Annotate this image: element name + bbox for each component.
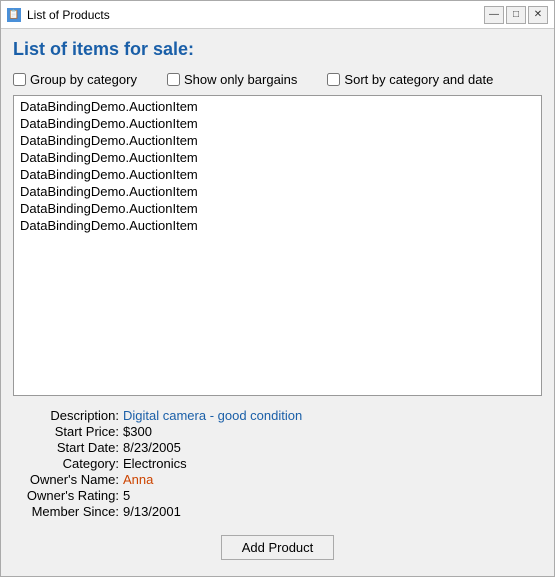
details-section: Description: Digital camera - good condi…	[13, 408, 542, 519]
add-button-row: Add Product	[13, 535, 542, 560]
list-item[interactable]: DataBindingDemo.AuctionItem	[14, 98, 541, 115]
window-title: List of Products	[27, 8, 478, 22]
start-price-label: Start Price:	[13, 424, 123, 439]
add-product-button[interactable]: Add Product	[221, 535, 335, 560]
title-bar: 📋 List of Products — □ ✕	[1, 1, 554, 29]
list-item[interactable]: DataBindingDemo.AuctionItem	[14, 115, 541, 132]
start-date-label: Start Date:	[13, 440, 123, 455]
page-title: List of items for sale:	[13, 39, 542, 60]
member-since-value: 9/13/2001	[123, 504, 181, 519]
main-window: 📋 List of Products — □ ✕ List of items f…	[0, 0, 555, 577]
category-value: Electronics	[123, 456, 187, 471]
start-date-row: Start Date: 8/23/2005	[13, 440, 542, 455]
list-item[interactable]: DataBindingDemo.AuctionItem	[14, 166, 541, 183]
show-only-bargains-item: Show only bargains	[167, 72, 297, 87]
group-by-category-item: Group by category	[13, 72, 137, 87]
category-label: Category:	[13, 456, 123, 471]
description-value: Digital camera - good condition	[123, 408, 302, 423]
owners-rating-label: Owner's Rating:	[13, 488, 123, 503]
sort-by-category-date-label[interactable]: Sort by category and date	[344, 72, 493, 87]
owners-name-label: Owner's Name:	[13, 472, 123, 487]
owners-name-row: Owner's Name: Anna	[13, 472, 542, 487]
group-by-category-label[interactable]: Group by category	[30, 72, 137, 87]
start-date-value: 8/23/2005	[123, 440, 181, 455]
description-row: Description: Digital camera - good condi…	[13, 408, 542, 423]
list-item[interactable]: DataBindingDemo.AuctionItem	[14, 149, 541, 166]
list-item[interactable]: DataBindingDemo.AuctionItem	[14, 183, 541, 200]
checkboxes-row: Group by category Show only bargains Sor…	[13, 72, 542, 87]
show-only-bargains-checkbox[interactable]	[167, 73, 180, 86]
content-area: List of items for sale: Group by categor…	[1, 29, 554, 576]
title-bar-buttons: — □ ✕	[484, 6, 548, 24]
show-only-bargains-label[interactable]: Show only bargains	[184, 72, 297, 87]
owners-rating-value: 5	[123, 488, 130, 503]
group-by-category-checkbox[interactable]	[13, 73, 26, 86]
description-label: Description:	[13, 408, 123, 423]
list-item[interactable]: DataBindingDemo.AuctionItem	[14, 217, 541, 234]
member-since-row: Member Since: 9/13/2001	[13, 504, 542, 519]
list-item[interactable]: DataBindingDemo.AuctionItem	[14, 200, 541, 217]
category-row: Category: Electronics	[13, 456, 542, 471]
window-icon: 📋	[7, 8, 21, 22]
owners-name-value: Anna	[123, 472, 153, 487]
sort-by-category-date-checkbox[interactable]	[327, 73, 340, 86]
products-list[interactable]: DataBindingDemo.AuctionItemDataBindingDe…	[13, 95, 542, 396]
close-button[interactable]: ✕	[528, 6, 548, 24]
start-price-value: $300	[123, 424, 152, 439]
sort-by-category-date-item: Sort by category and date	[327, 72, 493, 87]
start-price-row: Start Price: $300	[13, 424, 542, 439]
minimize-button[interactable]: —	[484, 6, 504, 24]
maximize-button[interactable]: □	[506, 6, 526, 24]
member-since-label: Member Since:	[13, 504, 123, 519]
owners-rating-row: Owner's Rating: 5	[13, 488, 542, 503]
list-item[interactable]: DataBindingDemo.AuctionItem	[14, 132, 541, 149]
